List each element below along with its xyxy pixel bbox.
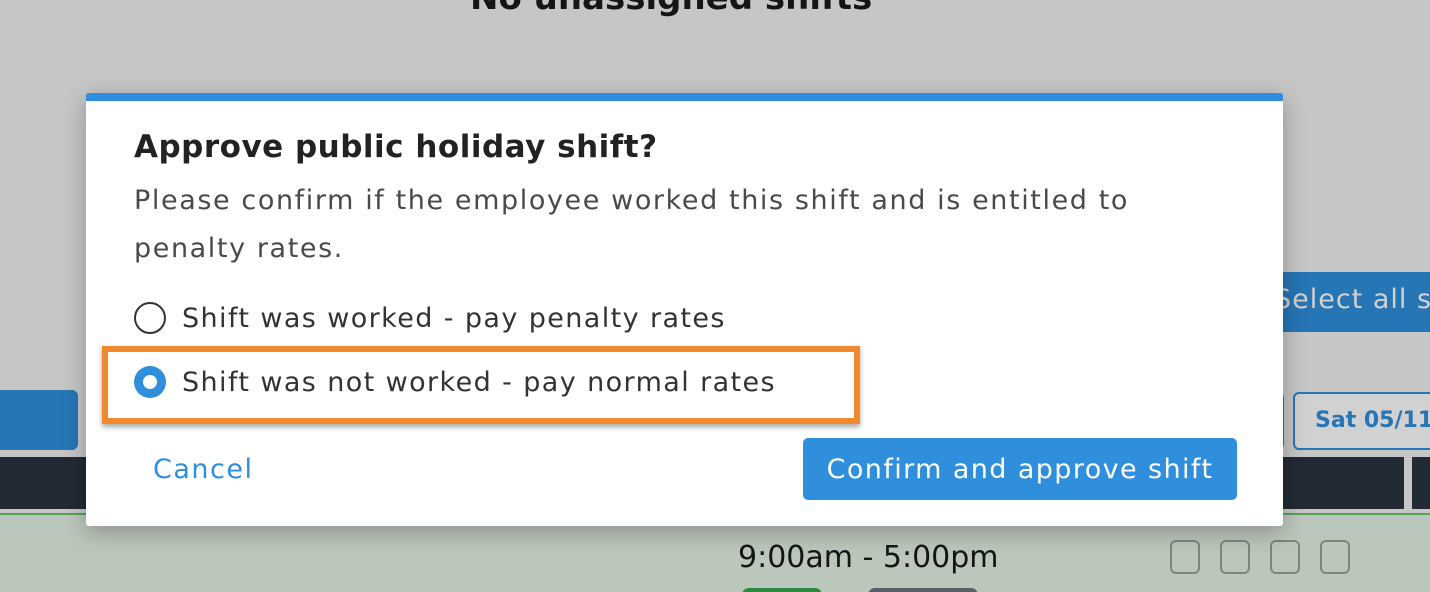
confirm-approve-button[interactable]: Confirm and approve shift <box>803 438 1237 500</box>
option-shift-worked[interactable]: Shift was worked - pay penalty rates <box>134 302 726 334</box>
option-shift-not-worked[interactable]: Shift was not worked - pay normal rates <box>134 366 776 398</box>
approve-holiday-shift-dialog: Approve public holiday shift? Please con… <box>86 93 1283 526</box>
option-label: Shift was worked - pay penalty rates <box>182 302 726 334</box>
radio-button[interactable] <box>134 302 166 334</box>
dialog-title: Approve public holiday shift? <box>134 129 658 165</box>
cancel-button[interactable]: Cancel <box>153 454 253 485</box>
dialog-description: Please confirm if the employee worked th… <box>134 185 1130 264</box>
radio-button-selected[interactable] <box>134 366 166 398</box>
option-label: Shift was not worked - pay normal rates <box>182 366 777 398</box>
